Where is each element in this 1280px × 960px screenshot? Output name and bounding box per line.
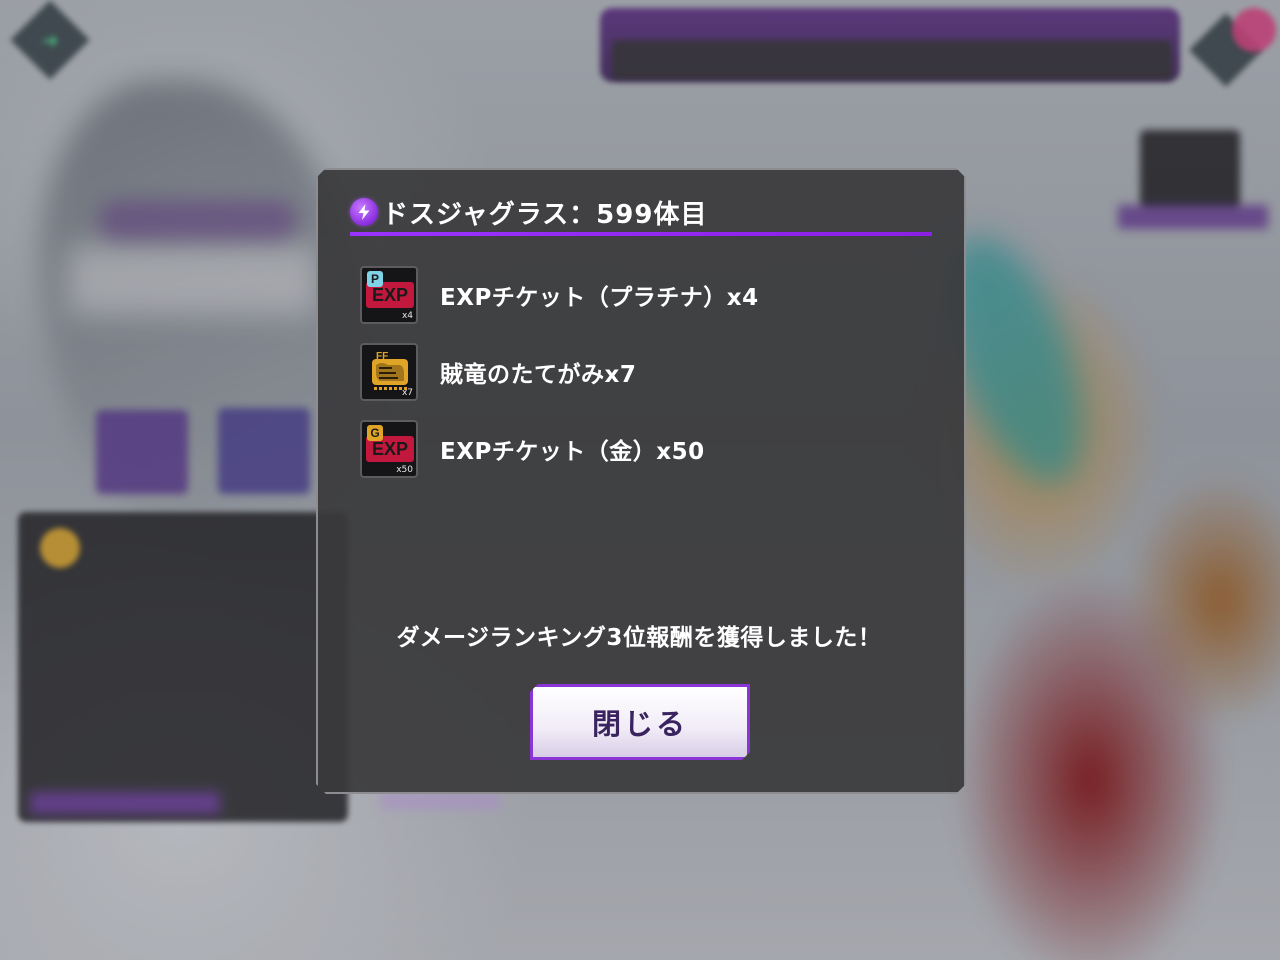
exp-ticket-platinum-icon: EXP P x4 bbox=[360, 266, 418, 324]
reward-item: EXP P x4 EXPチケット（プラチナ）x4 bbox=[360, 256, 920, 333]
reward-dialog: ドスジャグラス：599体目 EXP P x4 EXPチケット（プラチナ）x4 F… bbox=[316, 168, 966, 794]
dialog-header: ドスジャグラス：599体目 bbox=[350, 190, 932, 234]
reward-name: EXPチケット（プラチナ）x4 bbox=[440, 284, 759, 311]
reward-list: EXP P x4 EXPチケット（プラチナ）x4 FF x7 賊竜のたてがみx7 bbox=[360, 256, 920, 487]
reward-item: FF x7 賊竜のたてがみx7 bbox=[360, 333, 920, 410]
mane-shape-icon bbox=[372, 359, 408, 385]
lightning-bolt-icon bbox=[350, 198, 378, 226]
close-button-label: 閉じる bbox=[591, 707, 688, 741]
platinum-badge: P bbox=[367, 271, 383, 287]
reward-name: EXPチケット（金）x50 bbox=[440, 438, 705, 465]
mane-material-icon: FF x7 bbox=[360, 343, 418, 401]
close-button[interactable]: 閉じる bbox=[530, 684, 750, 760]
bolt-glyph-icon bbox=[355, 203, 373, 221]
reward-item: EXP G x50 EXPチケット（金）x50 bbox=[360, 410, 920, 487]
dialog-title: ドスジャグラス：599体目 bbox=[382, 199, 708, 230]
item-quantity: x50 bbox=[396, 464, 413, 475]
reward-name: 賊竜のたてがみx7 bbox=[440, 361, 637, 388]
item-quantity: x4 bbox=[401, 310, 413, 321]
gold-badge: G bbox=[367, 425, 383, 441]
title-underline bbox=[350, 232, 932, 236]
reward-message: ダメージランキング3位報酬を獲得しました！ bbox=[396, 625, 882, 651]
item-quantity: x7 bbox=[401, 387, 413, 398]
exp-ticket-gold-icon: EXP G x50 bbox=[360, 420, 418, 478]
